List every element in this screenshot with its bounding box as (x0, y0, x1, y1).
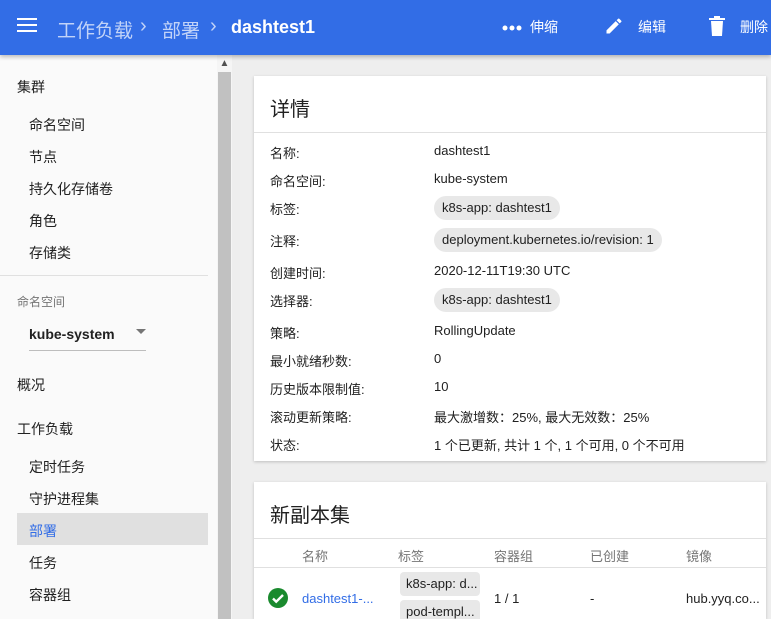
edit-button[interactable]: 编辑 (604, 14, 666, 40)
detail-label-min-ready: 最小就绪秒数: (270, 354, 352, 369)
dropdown-caret-icon (136, 329, 146, 334)
detail-label-created: 创建时间: (270, 266, 326, 281)
check-circle-icon (268, 588, 288, 608)
chevron-right-icon: › (210, 15, 217, 37)
card-divider (254, 132, 766, 133)
sidebar-item-namespaces[interactable]: 命名空间 (29, 115, 85, 135)
sidebar-divider (0, 275, 208, 276)
sidebar-nav: 集群 命名空间 节点 持久化存储卷 角色 存储类 命名空间 kube-syste… (0, 55, 217, 619)
column-header-labels: 标签 (398, 549, 425, 564)
scroll-up-arrow-icon[interactable]: ▲ (217, 55, 232, 72)
namespace-select[interactable]: kube-system (29, 323, 146, 351)
replicaset-label-chip: pod-templ... (400, 600, 480, 619)
column-header-images: 镜像 (686, 549, 713, 564)
replicaset-name-link[interactable]: dashtest1-... (302, 591, 374, 606)
detail-value-namespace: kube-system (434, 171, 508, 186)
table-header-divider (254, 567, 766, 568)
annotation-chip: deployment.kubernetes.io/revision: 1 (434, 228, 662, 252)
detail-label-name: 名称: (270, 146, 300, 161)
namespace-value: kube-system (29, 326, 115, 342)
detail-value-status: 1 个已更新, 共计 1 个, 1 个可用, 0 个不可用 (434, 438, 685, 453)
breadcrumb-workloads[interactable]: 工作负载 (57, 16, 133, 43)
breadcrumb-deployments[interactable]: 部署 (162, 16, 200, 43)
detail-label-labels: 标签: (270, 202, 300, 217)
detail-label-selector: 选择器: (270, 294, 313, 309)
label-chip: k8s-app: dashtest1 (434, 196, 560, 220)
sidebar-item-storage-classes[interactable]: 存储类 (29, 243, 71, 263)
detail-label-annotations: 注释: (270, 234, 300, 249)
replicaset-created: - (590, 591, 595, 606)
column-header-created[interactable]: 已创建 (590, 546, 629, 565)
new-replicaset-card: 新副本集 名称 标签 容器组 已创建 镜像 dashtest1-... k8s-… (254, 482, 766, 619)
scale-icon (502, 19, 522, 35)
sidebar-section-cluster[interactable]: 集群 (17, 77, 45, 97)
page-title: dashtest1 (231, 17, 316, 37)
column-header-name[interactable]: 名称 (302, 546, 328, 565)
sidebar-item-deployments[interactable]: 部署 (29, 521, 57, 541)
detail-value-revision-limit: 10 (434, 379, 449, 394)
replicaset-image: hub.yyq.co... (686, 591, 760, 606)
detail-label-strategy: 策略: (270, 326, 300, 341)
detail-value-name: dashtest1 (434, 143, 491, 158)
scrollbar-thumb[interactable] (218, 72, 231, 619)
sidebar-section-workloads[interactable]: 工作负载 (17, 419, 73, 439)
scale-button[interactable]: 伸缩 (502, 14, 558, 40)
namespace-label: 命名空间 (17, 295, 66, 309)
detail-value-created: 2020-12-11T19:30 UTC (434, 263, 571, 278)
delete-label: 删除 (740, 19, 768, 35)
sidebar-item-nodes[interactable]: 节点 (29, 147, 57, 167)
delete-icon (709, 15, 725, 39)
detail-label-status: 状态: (270, 438, 300, 453)
column-header-pods: 容器组 (494, 549, 534, 564)
edit-label: 编辑 (638, 19, 666, 35)
sidebar-item-daemonsets[interactable]: 守护进程集 (29, 489, 99, 509)
details-title: 详情 (270, 99, 310, 121)
details-card: 详情 名称: dashtest1 命名空间: kube-system 标签: k… (254, 76, 766, 461)
sidebar-item-jobs[interactable]: 任务 (29, 553, 57, 573)
sidebar-item-roles[interactable]: 角色 (29, 211, 57, 231)
scale-label: 伸缩 (530, 19, 558, 35)
chevron-right-icon: › (140, 15, 147, 37)
replicaset-pods: 1 / 1 (494, 591, 520, 606)
sidebar-scrollbar[interactable]: ▲ (217, 55, 232, 619)
sidebar-item-pods[interactable]: 容器组 (29, 585, 71, 605)
replicaset-label-chip: k8s-app: d... (400, 572, 480, 596)
detail-value-rolling-update: 最大激增数：25%, 最大无效数：25% (434, 410, 650, 425)
card-divider (254, 538, 766, 539)
detail-label-rolling-update: 滚动更新策略: (270, 410, 352, 425)
menu-icon[interactable] (17, 18, 37, 34)
selector-chip: k8s-app: dashtest1 (434, 288, 560, 312)
top-app-bar: 工作负载 › 部署 › dashtest1 伸缩 编辑 删除 (0, 0, 771, 55)
edit-icon (604, 16, 624, 39)
detail-label-revision-limit: 历史版本限制值: (270, 382, 365, 397)
replicaset-title: 新副本集 (270, 505, 350, 527)
sidebar-item-cronjobs[interactable]: 定时任务 (29, 457, 85, 477)
sidebar-item-persistent-volumes[interactable]: 持久化存储卷 (29, 179, 113, 199)
detail-label-namespace: 命名空间: (270, 174, 326, 189)
delete-button[interactable]: 删除 (709, 14, 768, 40)
sidebar-item-overview[interactable]: 概况 (17, 375, 45, 395)
detail-value-strategy: RollingUpdate (434, 323, 516, 338)
detail-value-min-ready: 0 (434, 351, 442, 366)
